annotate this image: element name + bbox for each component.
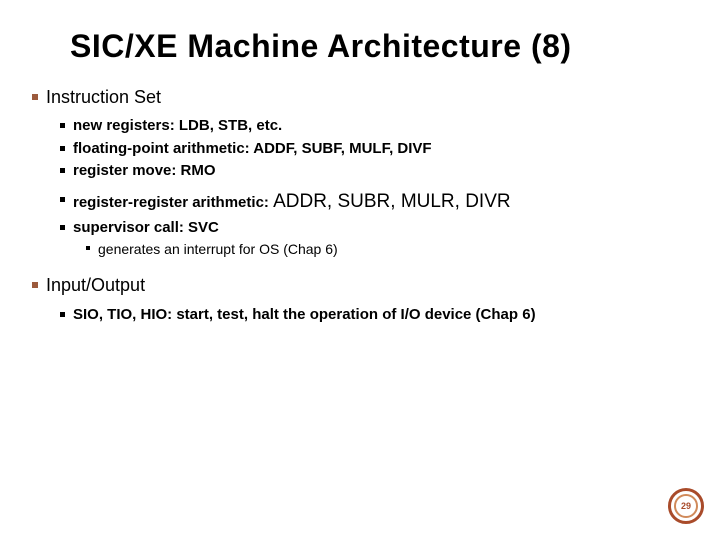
list-item: new registers: LDB, STB, etc.: [60, 116, 690, 136]
bullet-icon: [60, 197, 65, 202]
list-item-text: floating-point arithmetic: ADDF, SUBF, M…: [73, 139, 432, 159]
bullet-icon: [60, 168, 65, 173]
list-item-text: SIO, TIO, HIO: start, test, halt the ope…: [73, 305, 536, 325]
list-item-text: new registers: LDB, STB, etc.: [73, 116, 282, 136]
bullet-icon: [60, 225, 65, 230]
bullet-icon: [32, 94, 38, 100]
bullet-icon: [60, 312, 65, 317]
slide-title: SIC/XE Machine Architecture (8): [70, 28, 690, 65]
bullet-icon: [86, 246, 90, 250]
list-item-text: register move: RMO: [73, 161, 216, 181]
page-number: 29: [674, 494, 698, 518]
section-heading-text: Input/Output: [46, 275, 145, 297]
bullet-icon: [32, 282, 38, 288]
section-heading: Input/Output: [32, 275, 690, 297]
section-heading-text: Instruction Set: [46, 87, 161, 109]
list-item: register-register arithmetic: ADDR, SUBR…: [60, 190, 690, 215]
section-heading: Instruction Set: [32, 87, 690, 109]
list-item: floating-point arithmetic: ADDF, SUBF, M…: [60, 139, 690, 159]
list-item: SIO, TIO, HIO: start, test, halt the ope…: [60, 305, 690, 325]
list-item-text: register-register arithmetic: ADDR, SUBR…: [73, 190, 511, 215]
bullet-icon: [60, 123, 65, 128]
slide: SIC/XE Machine Architecture (8) Instruct…: [0, 0, 720, 324]
list-item: supervisor call: SVC: [60, 218, 690, 238]
sub-list-item: generates an interrupt for OS (Chap 6): [86, 240, 690, 258]
page-badge: 29: [668, 488, 704, 524]
bullet-icon: [60, 146, 65, 151]
list-item-text: supervisor call: SVC: [73, 218, 219, 238]
list-item: register move: RMO: [60, 161, 690, 181]
sub-list-item-text: generates an interrupt for OS (Chap 6): [98, 240, 338, 258]
